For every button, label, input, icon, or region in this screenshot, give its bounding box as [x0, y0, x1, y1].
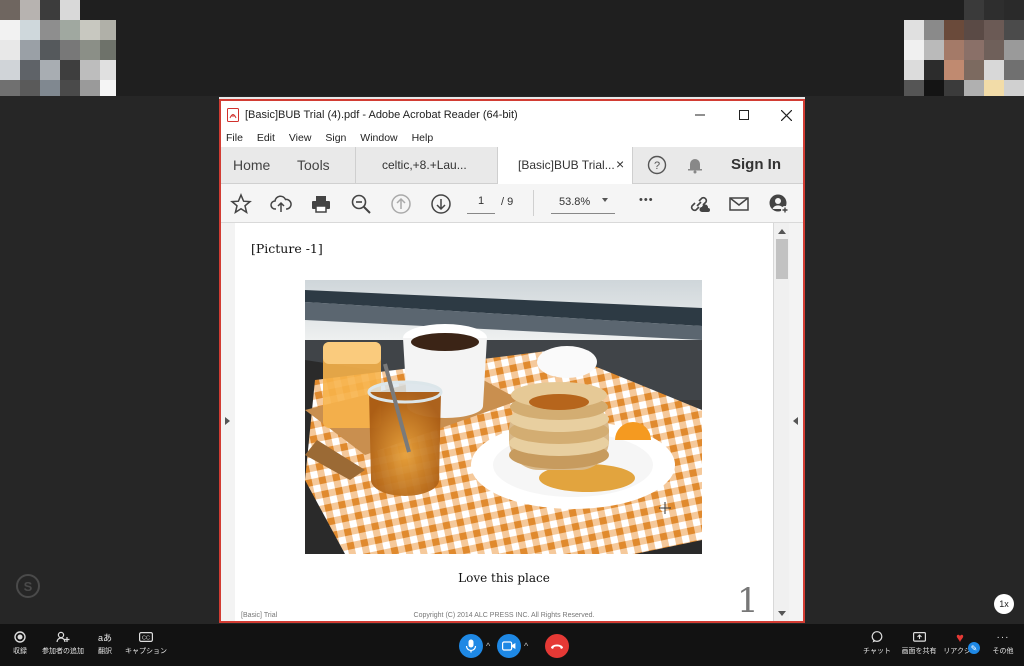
chevron-down-icon — [602, 198, 608, 202]
email-icon[interactable] — [727, 192, 751, 216]
tab-tools[interactable]: Tools — [297, 157, 330, 173]
more-icon: ··· — [996, 631, 1010, 643]
playback-speed-badge[interactable]: 1x — [994, 594, 1014, 614]
help-icon[interactable]: ? — [645, 153, 669, 177]
camera-options-chevron-icon[interactable]: ^ — [524, 641, 532, 651]
chat-label: チャット — [863, 648, 891, 655]
acrobat-logo-icon — [227, 108, 239, 122]
more-label: その他 — [992, 648, 1014, 655]
chat-icon — [871, 628, 883, 646]
toolbar-divider — [533, 190, 534, 216]
hang-up-button[interactable] — [545, 634, 569, 658]
more-options-button[interactable]: ··· その他 — [990, 628, 1016, 656]
microphone-icon — [465, 639, 477, 653]
pdf-page: [Picture -1] Love this place 1 [Basic] T… — [235, 223, 773, 621]
add-user-icon[interactable] — [767, 192, 791, 216]
translate-button[interactable]: aあ 翻訳 — [94, 628, 116, 656]
right-panel-toggle[interactable] — [789, 223, 803, 621]
translate-icon: aあ — [97, 632, 112, 643]
window-title: [Basic]BUB Trial (4).pdf - Adobe Acrobat… — [245, 109, 518, 121]
page-total: / 9 — [501, 196, 514, 208]
zoom-value: 53.8% — [559, 196, 591, 208]
microphone-button[interactable] — [459, 634, 483, 658]
add-participant-label: 参加者の追加 — [42, 648, 84, 655]
captions-label: キャプション — [125, 648, 167, 655]
acrobat-titlebar: [Basic]BUB Trial (4).pdf - Adobe Acrobat… — [221, 101, 803, 129]
svg-text:CC: CC — [142, 635, 150, 641]
hang-up-icon — [551, 644, 563, 649]
translate-label: 翻訳 — [98, 648, 112, 655]
page-number-input[interactable]: 1 — [467, 195, 495, 214]
participant-video-left[interactable] — [0, 0, 116, 96]
next-page-icon[interactable] — [429, 192, 453, 216]
photo-caption: Love this place — [458, 571, 550, 585]
move-cursor-icon — [659, 501, 671, 514]
menu-bar: File Edit View Sign Window Help — [221, 129, 803, 147]
record-label: 収録 — [13, 648, 27, 655]
picture-heading: [Picture -1] — [251, 241, 323, 256]
captions-button[interactable]: CC キャプション — [124, 628, 168, 656]
upload-cloud-icon[interactable] — [269, 192, 293, 216]
menu-edit[interactable]: Edit — [257, 132, 275, 144]
menu-file[interactable]: File — [226, 132, 243, 144]
maximize-button[interactable] — [729, 105, 759, 125]
toolbar: 1 / 9 53.8% ••• — [221, 184, 803, 223]
menu-sign[interactable]: Sign — [325, 132, 346, 144]
meeting-control-bar: 収録 参加者の追加 aあ 翻訳 CC キャプション ^ ^ チャット 画面を共有… — [0, 624, 1024, 666]
mic-options-chevron-icon[interactable]: ^ — [486, 641, 494, 651]
print-icon[interactable] — [309, 192, 333, 216]
share-screen-label: 画面を共有 — [901, 648, 937, 655]
document-area: [Picture -1] Love this place 1 [Basic] T… — [221, 223, 803, 621]
chat-button[interactable]: チャット — [860, 628, 894, 656]
svg-text:?: ? — [654, 160, 660, 172]
add-participant-button[interactable]: 参加者の追加 — [40, 628, 86, 656]
add-participant-icon — [56, 628, 70, 646]
vertical-scrollbar[interactable] — [773, 223, 790, 621]
tab-close-icon[interactable]: × — [616, 156, 624, 172]
shared-screen: [Basic]BUB Trial (4).pdf - Adobe Acrobat… — [219, 99, 805, 623]
close-window-button[interactable] — [771, 105, 801, 125]
record-icon — [14, 628, 26, 646]
captions-icon: CC — [139, 628, 153, 646]
left-panel-toggle[interactable] — [221, 223, 235, 621]
menu-window[interactable]: Window — [360, 132, 397, 144]
expand-right-icon — [793, 417, 798, 425]
breakfast-photo — [305, 280, 702, 554]
share-screen-icon — [912, 628, 926, 646]
scroll-down-icon[interactable] — [778, 611, 786, 616]
tab-bar: Home Tools celtic,+8.+Lau... [Basic]BUB … — [221, 147, 803, 184]
footer-copyright: Copyright (C) 2014 ALC PRESS INC. All Ri… — [413, 612, 595, 619]
bookmark-star-icon[interactable] — [229, 192, 253, 216]
participant-strip — [0, 0, 1024, 96]
notifications-bell-icon[interactable] — [683, 153, 707, 177]
tab-document-bub-label: [Basic]BUB Trial... — [518, 158, 615, 172]
camera-button[interactable] — [497, 634, 521, 658]
scroll-thumb[interactable] — [776, 239, 788, 279]
tab-home[interactable]: Home — [233, 157, 270, 173]
menu-help[interactable]: Help — [412, 132, 434, 144]
tab-document-bub-trial[interactable]: [Basic]BUB Trial... × — [497, 147, 633, 184]
record-button[interactable]: 収録 — [8, 628, 32, 656]
more-tools-icon[interactable]: ••• — [639, 194, 654, 206]
participant-video-right[interactable] — [904, 0, 1024, 96]
heart-reaction-icon: ♥ — [956, 629, 964, 645]
previous-page-icon[interactable] — [389, 192, 413, 216]
scroll-up-icon[interactable] — [778, 229, 786, 234]
tab-document-celtic-label: celtic,+8.+Lau... — [382, 158, 467, 172]
pen-edit-icon[interactable]: ✎ — [968, 642, 980, 654]
tab-document-celtic[interactable]: celtic,+8.+Lau... — [355, 147, 498, 183]
expand-left-icon — [225, 417, 230, 425]
sign-in-button[interactable]: Sign In — [731, 156, 781, 173]
zoom-select[interactable]: 53.8% — [551, 195, 615, 214]
share-link-icon[interactable] — [687, 192, 711, 216]
share-screen-button[interactable]: 画面を共有 — [900, 628, 938, 656]
skype-logo-icon: S — [16, 574, 40, 598]
minimize-button[interactable] — [685, 105, 715, 125]
video-camera-icon — [502, 641, 516, 651]
menu-view[interactable]: View — [289, 132, 312, 144]
zoom-out-icon[interactable] — [349, 192, 373, 216]
